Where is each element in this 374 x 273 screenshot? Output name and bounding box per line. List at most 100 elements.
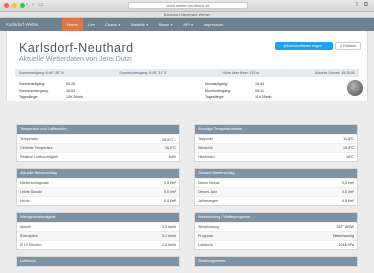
panel-row: Heute 0,0 l/m² [17,196,179,205]
chevron-down-icon: ▼ [190,23,194,27]
panel-row: Windrichtung 252° WSW [195,222,357,231]
nav-item-charts-label: Charts [105,22,117,27]
chevron-down-icon: ▼ [145,23,149,27]
share-icon[interactable]: ⇪ [355,2,360,9]
panel-row: Aktuell 3,5 km/h [17,222,179,231]
panel-row: Gefühlte Temperatur 16,0°C [17,143,179,152]
panel-row: Prognose Heiter/sonnig [195,231,357,240]
row-label: Jahresregen [198,199,218,203]
moon-label: Monduntergang: [205,88,232,93]
row-value: 11,6°C [343,137,354,141]
follower-count[interactable]: 4 Follower [335,42,361,50]
panel-title: Windgeschwindigkeit [17,213,179,222]
row-label: Ø 10 Minuten [20,243,42,247]
sunrise-info: Sonnenaufgang: 6:49° 35° N [19,71,64,75]
browser-toolbar: ‹ › ▭ www.wetter-neuthard.de ⇪ ⧉ [0,0,374,12]
panel-title: Windrichtung / Wetterprognose [195,213,357,222]
address-bar[interactable]: www.wetter-neuthard.de [128,2,248,9]
panel-title: Strahlungswerte [195,257,357,266]
row-label: Gefühlte Temperatur [20,146,53,150]
row-value: 0,0 l/m² [342,199,354,203]
row-value: 0,0 l/m² [164,190,176,194]
row-value: 15,9°C [342,146,354,150]
site-brand[interactable]: Karlsdorf-Wetter [6,22,52,27]
sun-table: Sonnenaufgang: 05:26 Sonnenuntergang: 18:5… [19,82,124,100]
row-value: 0,0 l/m² [342,181,354,185]
panel-row: Dieser Monat 0,0 l/m² [195,178,357,187]
row-label: Windrichtung [198,225,219,229]
row-label: Relative Luftfeuchtigkeit [20,155,59,159]
nav-item-impressum[interactable]: Impressum [199,18,229,31]
panel-row: Relative Luftfeuchtigkeit 64% [17,152,179,161]
row-label: Dieses Jahr [198,190,217,194]
panel-row: Temperatur 15,9°C↓ [17,134,179,143]
tabs-icon[interactable]: ⧉ [364,2,368,9]
row-label: Böenspitze [20,234,38,238]
panel-row: Niederschlagsrate 0,0 l/m² [17,178,179,187]
back-icon[interactable]: ‹ [26,2,28,9]
moon-label: Mondaufgang: [205,82,228,86]
panel-row: Letzte Stunde 0,0 l/m² [17,187,179,196]
panel-other-temperatures: Sonstige Temperaturwerte Taupunkt 11,6°C … [194,124,358,162]
nav-item-api[interactable]: API▼ [178,18,198,31]
row-value: Heiter/sonnig [332,234,354,238]
row-value: 0,0 l/m² [164,199,176,203]
station-info-bar: Sonnenaufgang: 6:49° 35° N Sonnenunterga… [15,69,359,77]
panel-title: Luftdruck [17,257,179,266]
page-subtitle: Aktuelle Wetterdaten von Jens Dutzi [19,56,132,63]
nav-item-live[interactable]: Live [83,18,100,31]
panel-row: Hitzeindex 16°C [195,152,357,161]
sun-value: 18:53 [66,88,75,93]
panel-title: Gesamt Niederschlag [195,169,357,178]
nav-item-baum-label: Baum [158,22,170,27]
nav-item-charts[interactable]: Charts▼ [100,18,126,31]
twitter-follow-button[interactable]: 🐦 @KarlsdorfWetter folgen [275,42,333,50]
panel-row: Jahresregen 0,0 l/m² [195,196,357,205]
close-window-button[interactable] [4,3,9,8]
panel-row: Windchill 15,9°C [195,143,357,152]
panel-wind-speed: Windgeschwindigkeit Aktuell 3,5 km/h Böen… [16,212,180,250]
panel-air-pressure: Luftdruck [16,256,180,267]
moon-value: 19:43 [255,82,264,86]
current-time: Aktuelle Uhrzeit: 15:25:50 [314,71,355,75]
row-value: 15,9°C [161,137,173,142]
twitter-follow-label: @KarlsdorfWetter folgen [283,44,322,48]
sidebar-icon[interactable]: ▭ [38,2,44,9]
panel-row: Dieses Jahr 0,0 l/m² [195,187,357,196]
site-navbar: Karlsdorf-Wetter Home Live Charts▼ Stati… [0,18,374,31]
row-value: 64% [168,155,176,159]
panel-total-precipitation: Gesamt Niederschlag Dieser Monat 0,0 l/m²… [194,168,358,206]
nav-item-baum[interactable]: Baum▼ [154,18,178,31]
row-value: 5,1 km/h [162,234,176,238]
panel-title: Temperatur und Luftfeuchte [17,125,179,134]
row-value: 252° WSW [336,225,354,229]
moon-table: Mondaufgang: 19:43 Monduntergang: 05:41 Ta… [205,82,305,100]
window-controls[interactable] [4,3,25,8]
moon-value: 11h 29min [255,95,272,99]
panel-title: Sonstige Temperaturwerte [195,125,357,134]
row-label: Dieser Monat [198,181,220,185]
row-label: Hitzeindex [198,155,215,159]
sun-value: 05:26 [66,82,75,86]
panel-temperature: Temperatur und Luftfeuchte Temperatur 15,… [16,124,180,162]
row-label: Prognose [198,234,214,238]
zoom-window-button[interactable] [20,3,25,8]
row-label: Taupunkt [198,137,213,141]
row-value: 16°C [345,155,354,159]
panel-row: Taupunkt 11,6°C [195,134,357,143]
forward-icon[interactable]: › [32,2,34,9]
row-label: Heute [20,199,30,203]
row-value: 0,0 l/m² [164,181,176,185]
chevron-down-icon: ▼ [117,23,121,27]
minimize-window-button[interactable] [12,3,17,8]
row-value: 1018 hPa [338,243,354,247]
panel-current-precipitation: Aktuelle Niederschlag Niederschlagsrate 0… [16,168,180,206]
row-value: 16,0°C [164,146,176,150]
sunset-info: Sonnenuntergang: 8:49° 31° E [119,71,167,75]
trend-down-icon: ↓ [174,136,176,142]
row-label: Luftdruck [198,243,213,247]
nav-item-api-label: API [183,22,190,27]
nav-item-statistik[interactable]: Statistik▼ [126,18,154,31]
nav-item-home[interactable]: Home [62,18,83,31]
moon-phase-image [347,80,363,96]
